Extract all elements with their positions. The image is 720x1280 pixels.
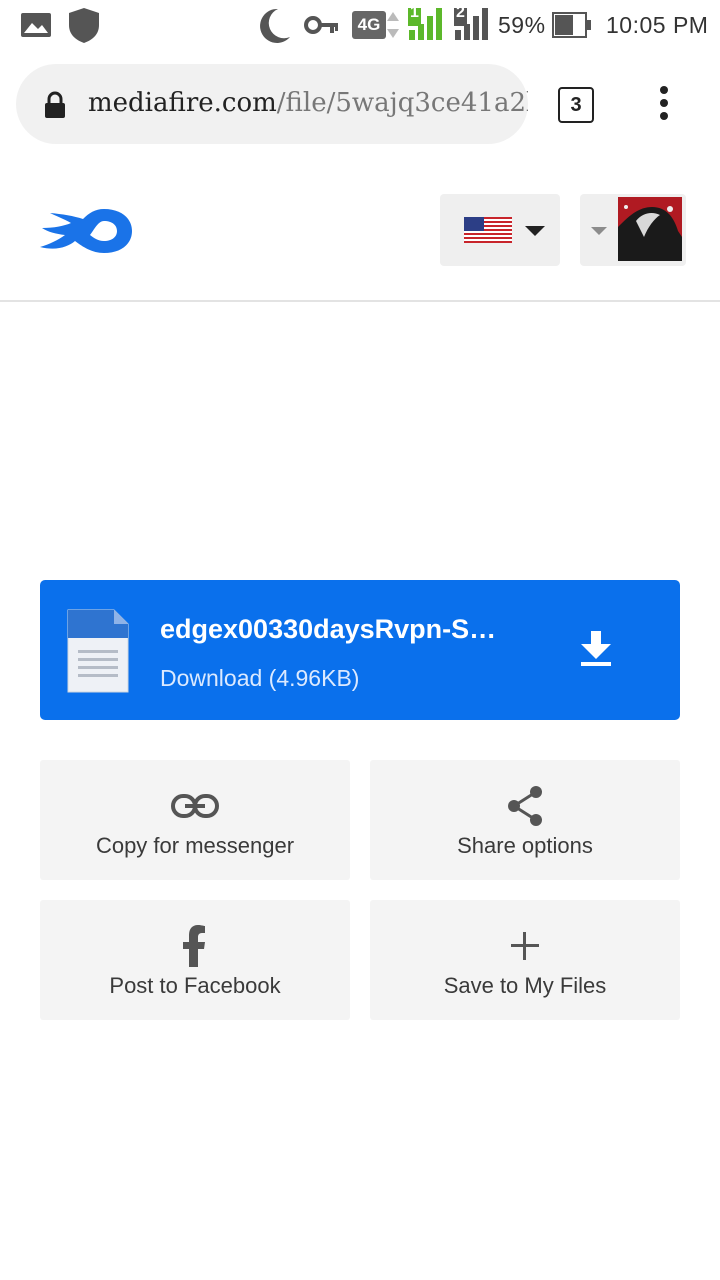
share-icon bbox=[508, 786, 542, 826]
overflow-menu-icon[interactable] bbox=[656, 86, 672, 122]
download-label: Download (4.96KB) bbox=[160, 665, 360, 691]
lock-icon bbox=[45, 91, 65, 118]
copy-for-messenger-button[interactable]: Copy for messenger bbox=[40, 760, 350, 880]
chevron-down-icon bbox=[591, 227, 607, 235]
key-icon bbox=[304, 16, 338, 34]
link-icon bbox=[171, 794, 219, 818]
chevron-down-icon bbox=[525, 226, 545, 236]
url-host: mediafire.com bbox=[88, 88, 277, 118]
facebook-icon bbox=[183, 925, 205, 967]
sim2-label: 2 bbox=[456, 4, 465, 21]
us-flag-icon bbox=[464, 217, 512, 243]
copy-for-messenger-label: Copy for messenger bbox=[95, 833, 295, 858]
data-arrows-icon bbox=[387, 12, 399, 38]
url-path: /file/5wajq3ce41a2l2 bbox=[276, 88, 528, 118]
download-icon bbox=[581, 631, 611, 666]
image-icon bbox=[21, 13, 51, 37]
file-icon bbox=[67, 609, 129, 693]
save-to-my-files-label: Save to My Files bbox=[443, 973, 607, 998]
save-to-my-files-button[interactable]: Save to My Files bbox=[370, 900, 680, 1020]
shield-icon bbox=[69, 8, 99, 43]
sim1-label: 1 bbox=[410, 4, 419, 21]
moon-icon bbox=[260, 8, 290, 43]
file-name: edgex00330daysRvpn-S… bbox=[160, 614, 497, 644]
user-menu-button[interactable] bbox=[580, 194, 686, 266]
url-text[interactable]: mediafire.com/file/5wajq3ce41a2l2 bbox=[88, 88, 528, 118]
url-bar[interactable]: mediafire.com/file/5wajq3ce41a2l2 bbox=[16, 64, 528, 144]
plus-icon bbox=[511, 932, 539, 960]
post-to-facebook-button[interactable]: Post to Facebook bbox=[40, 900, 350, 1020]
language-selector[interactable] bbox=[440, 194, 560, 266]
site-header bbox=[0, 160, 720, 302]
battery-percent: 59% bbox=[498, 12, 546, 38]
network-type-icon: 4G bbox=[352, 11, 386, 39]
status-bar: 4G 1 2 59% 10:05 PM bbox=[0, 0, 720, 52]
network-type-label: 4G bbox=[357, 15, 381, 34]
post-to-facebook-label: Post to Facebook bbox=[109, 973, 281, 998]
clock: 10:05 PM bbox=[606, 12, 709, 38]
share-options-label: Share options bbox=[457, 833, 593, 858]
download-button[interactable]: edgex00330daysRvpn-S… Download (4.96KB) bbox=[40, 580, 680, 720]
tab-switcher-button[interactable]: 3 bbox=[558, 87, 594, 123]
mediafire-logo[interactable] bbox=[38, 205, 134, 257]
share-options-button[interactable]: Share options bbox=[370, 760, 680, 880]
battery-icon bbox=[552, 12, 591, 38]
avatar bbox=[618, 197, 682, 261]
